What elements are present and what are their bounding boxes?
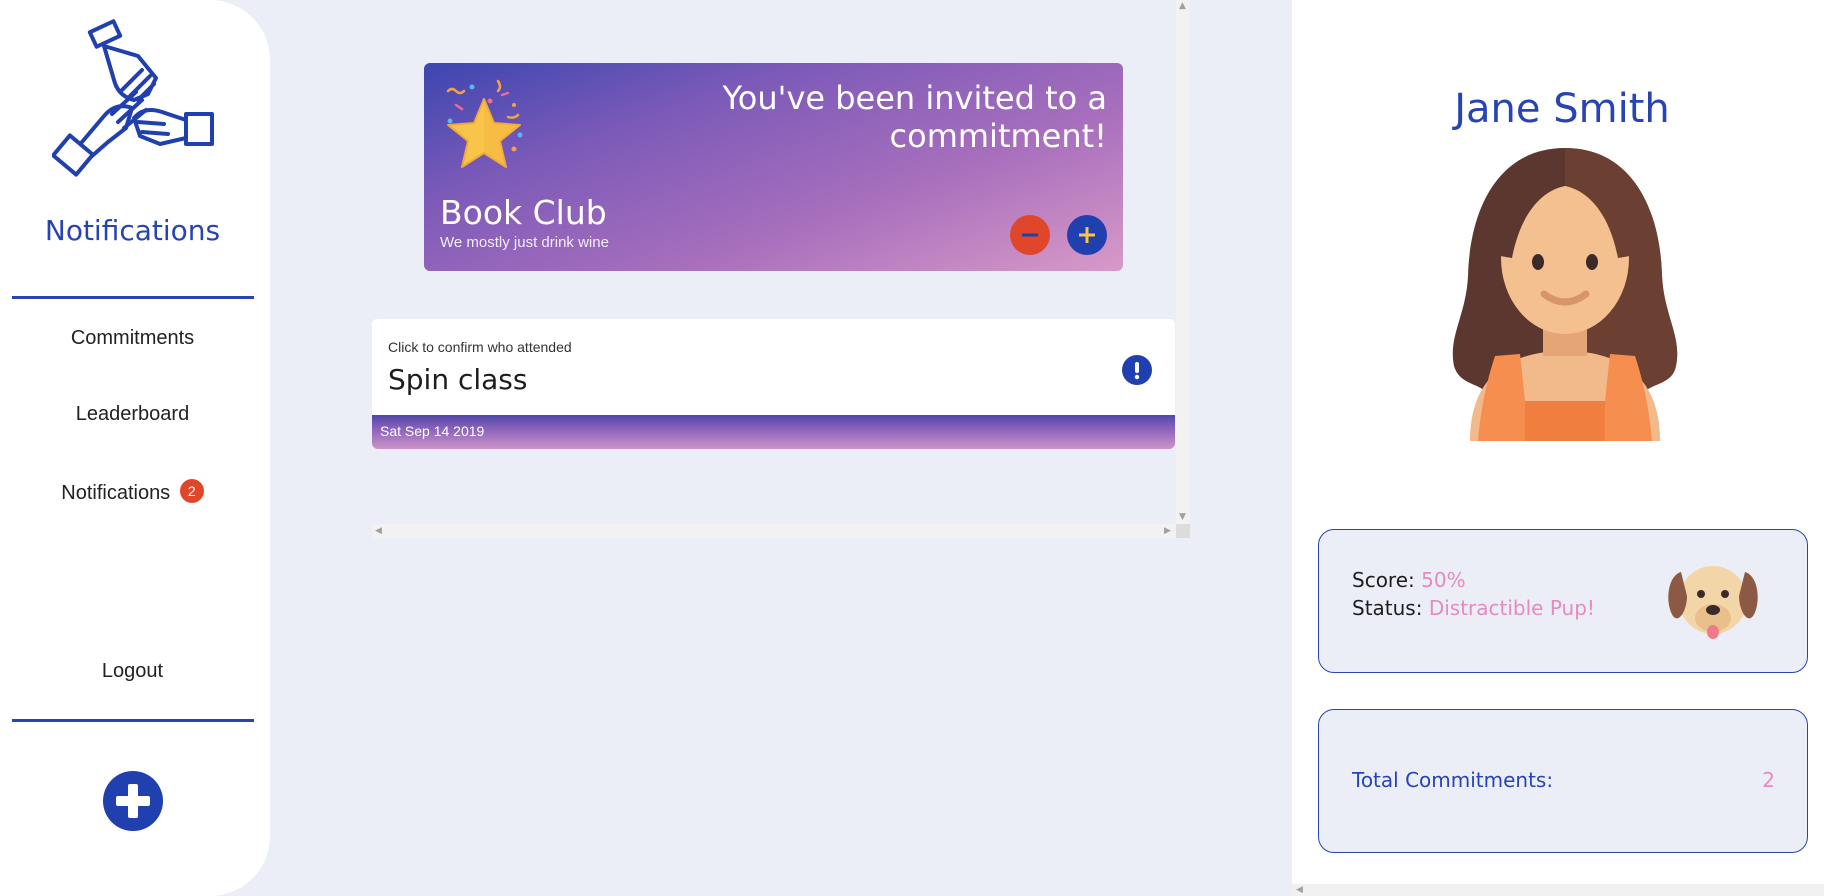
total-commitments-label: Total Commitments: — [1352, 768, 1554, 792]
notification-count-badge: 2 — [179, 479, 204, 503]
total-commitments-card: Total Commitments: 2 — [1318, 709, 1808, 853]
scroll-right-arrow-icon[interactable]: ▶ — [1164, 526, 1171, 536]
star-celebration-icon — [446, 79, 523, 168]
minus-icon — [1022, 233, 1038, 237]
avatar — [1452, 148, 1678, 441]
status-line: Status: Distractible Pup! — [1352, 596, 1595, 620]
scroll-up-arrow-icon[interactable]: ▲ — [1179, 1, 1186, 11]
puppy-icon — [1668, 566, 1758, 639]
commitment-name: Book Club — [440, 193, 607, 232]
vertical-scrollbar[interactable]: ▲ ▼ — [1176, 0, 1190, 530]
nav-item-label: Notifications — [61, 482, 171, 504]
status-value: Distractible Pup! — [1428, 596, 1595, 620]
score-value: 50% — [1421, 568, 1466, 592]
divider — [12, 296, 254, 299]
exclamation-icon[interactable] — [1122, 355, 1152, 385]
nav-item-notifications[interactable]: Notifications 2 — [0, 479, 265, 505]
invite-heading: You've been invited to a commitment! — [722, 79, 1107, 155]
event-date: Sat Sep 14 2019 — [380, 423, 485, 439]
hands-stack-logo-icon — [52, 19, 214, 177]
sidebar: Notifications Commitments Leaderboard No… — [0, 0, 270, 896]
score-line: Score: 50% — [1352, 568, 1466, 592]
add-commitment-button[interactable] — [103, 771, 163, 831]
horizontal-scrollbar-bottom[interactable]: ◀ — [1292, 884, 1824, 896]
page-title: Notifications — [44, 214, 221, 247]
invite-card: You've been invited to a commitment! Boo… — [424, 63, 1123, 271]
event-date-bar: Sat Sep 14 2019 — [372, 415, 1175, 449]
accept-invite-button[interactable] — [1067, 215, 1107, 255]
scrollbar-corner — [1176, 524, 1190, 538]
scroll-down-arrow-icon[interactable]: ▼ — [1179, 512, 1186, 522]
event-title: Spin class — [388, 363, 528, 396]
score-card: Score: 50% Status: Distractible Pup! — [1318, 529, 1808, 673]
profile-panel: Jane Smith Score: 50% Status: Distractib… — [1292, 0, 1824, 884]
nav-item-leaderboard[interactable]: Leaderboard — [0, 403, 265, 426]
horizontal-scrollbar[interactable]: ◀ ▶ — [372, 524, 1176, 538]
status-label: Status: — [1352, 596, 1423, 620]
commitment-description: We mostly just drink wine — [440, 234, 609, 251]
nav-item-commitments[interactable]: Commitments — [0, 327, 265, 350]
scroll-left-arrow-icon[interactable]: ◀ — [1296, 885, 1303, 895]
scroll-left-arrow-icon[interactable]: ◀ — [375, 526, 382, 536]
plus-icon — [1079, 227, 1095, 243]
decline-invite-button[interactable] — [1010, 215, 1050, 255]
profile-name: Jane Smith — [1454, 86, 1670, 132]
plus-circle-icon — [116, 784, 150, 818]
score-label: Score: — [1352, 568, 1415, 592]
total-commitments-value: 2 — [1762, 768, 1775, 792]
logout-link[interactable]: Logout — [0, 660, 265, 683]
divider — [12, 719, 254, 722]
event-card[interactable]: Click to confirm who attended Spin class… — [372, 319, 1175, 449]
event-hint: Click to confirm who attended — [388, 339, 572, 355]
event-card-body[interactable]: Click to confirm who attended Spin class — [372, 319, 1175, 417]
